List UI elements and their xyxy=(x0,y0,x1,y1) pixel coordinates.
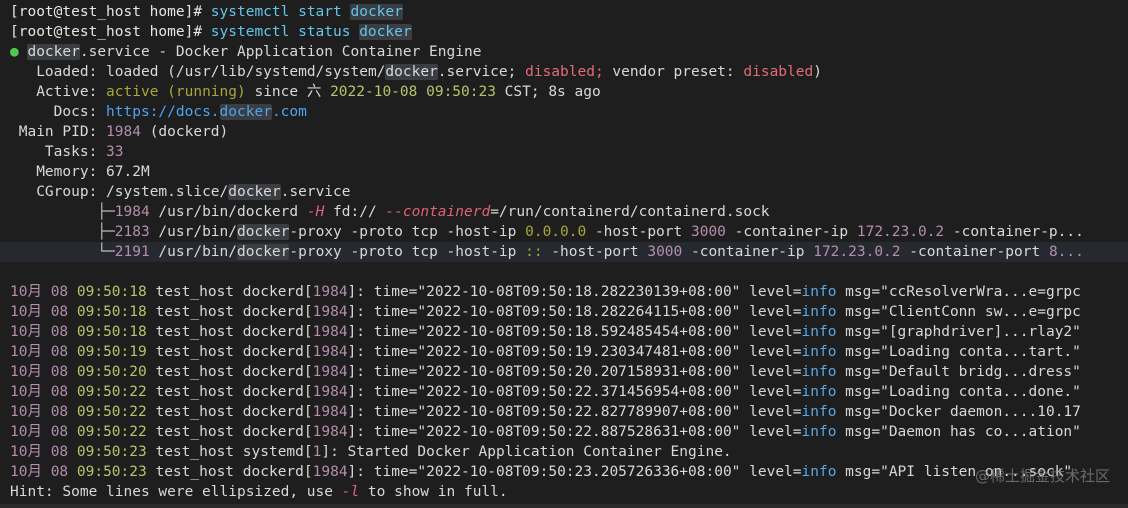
memory-line: Memory: 67.2M xyxy=(36,164,150,180)
watermark: @稀土掘金技术社区 xyxy=(974,467,1110,485)
pid-line: Main PID: 1984 (dockerd) xyxy=(18,124,229,140)
cgroup-line: CGroup: /system.slice/docker.service xyxy=(36,184,351,200)
service-header: ● docker.service - Docker Application Co… xyxy=(10,44,482,60)
log-line: 10月 08 09:50:22 test_host dockerd[1984]:… xyxy=(10,404,1081,420)
docs-link[interactable]: https://docs.docker.com xyxy=(106,104,307,120)
cgroup-tree-row: ├─1984 /usr/bin/dockerd -H fd:// --conta… xyxy=(97,204,770,220)
loaded-line: Loaded: loaded (/usr/lib/systemd/system/… xyxy=(36,64,822,80)
log-line: 10月 08 09:50:23 test_host dockerd[1984]:… xyxy=(10,464,1073,480)
log-line: 10月 08 09:50:23 test_host systemd[1]: St… xyxy=(10,444,732,460)
tasks-line: Tasks: 33 xyxy=(44,144,124,160)
cgroup-tree-row: ├─2183 /usr/bin/docker-proxy -proto tcp … xyxy=(97,224,1084,240)
log-line: 10月 08 09:50:18 test_host dockerd[1984]:… xyxy=(10,304,1081,320)
next-prompt-strip xyxy=(0,504,1128,508)
log-line: 10月 08 09:50:22 test_host dockerd[1984]:… xyxy=(10,384,1081,400)
log-line: 10月 08 09:50:19 test_host dockerd[1984]:… xyxy=(10,344,1081,360)
docs-line: Docs: https://docs.docker.com xyxy=(53,104,307,120)
log-line: 10月 08 09:50:20 test_host dockerd[1984]:… xyxy=(10,364,1081,380)
hint-line: Hint: Some lines were ellipsized, use -l… xyxy=(10,484,508,500)
log-line: 10月 08 09:50:22 test_host dockerd[1984]:… xyxy=(10,424,1081,440)
active-line: Active: active (running) since 六 2022-10… xyxy=(36,84,601,100)
log-line: 10月 08 09:50:18 test_host dockerd[1984]:… xyxy=(10,324,1081,340)
command-line: [root@test_host home]# systemctl status … xyxy=(10,24,412,40)
log-line: 10月 08 09:50:18 test_host dockerd[1984]:… xyxy=(10,284,1081,300)
cgroup-tree-row-selected: └─2191 /usr/bin/docker-proxy -proto tcp … xyxy=(0,242,1128,262)
terminal[interactable]: [root@test_host home]# systemctl start d… xyxy=(0,0,1128,508)
command-line: [root@test_host home]# systemctl start d… xyxy=(10,4,403,20)
status-dot-icon: ● xyxy=(10,44,19,60)
